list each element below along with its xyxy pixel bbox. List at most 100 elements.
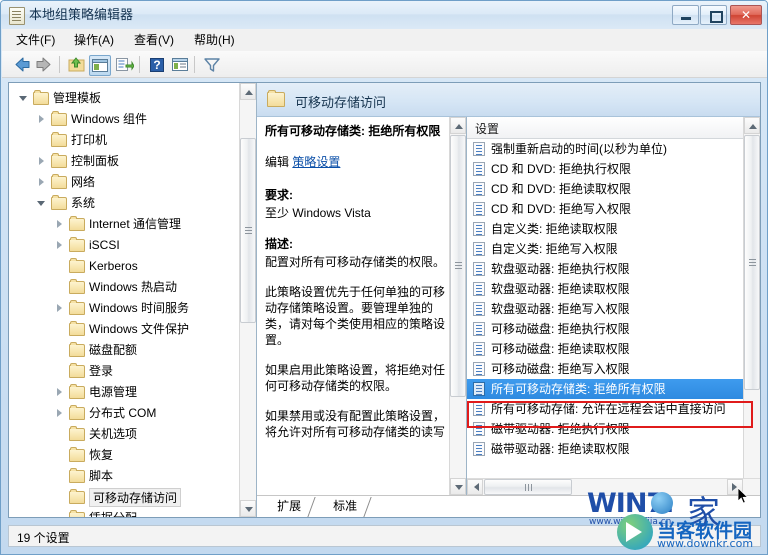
policy-setting-icon [473, 382, 485, 396]
chevron-down-icon[interactable] [37, 199, 46, 208]
tree-item[interactable]: 网络 [9, 172, 237, 193]
settings-list-item-label: 磁带驱动器: 拒绝执行权限 [491, 422, 630, 436]
settings-list-item[interactable]: 磁带驱动器: 拒绝读取权限 [467, 439, 760, 459]
chevron-right-icon[interactable] [55, 220, 64, 229]
column-header-setting[interactable]: 设置 [475, 120, 499, 137]
settings-list-item[interactable]: 可移动磁盘: 拒绝执行权限 [467, 319, 760, 339]
settings-list-item[interactable]: CD 和 DVD: 拒绝写入权限 [467, 199, 760, 219]
settings-vertical-scrollbar[interactable] [743, 117, 760, 495]
menu-view[interactable]: 查看(V) [128, 32, 180, 49]
tree-item[interactable]: iSCSI [9, 235, 237, 256]
minimize-button[interactable] [672, 5, 699, 25]
description-paragraph: 如果启用此策略设置，将拒绝对任何可移动存储类的权限。 [265, 363, 446, 393]
chevron-right-icon[interactable] [55, 304, 64, 313]
export-list-icon[interactable] [114, 55, 135, 74]
maximize-icon [710, 11, 723, 23]
tree-item[interactable]: 管理模板 [9, 88, 237, 109]
tree-item[interactable]: Windows 组件 [9, 109, 237, 130]
policy-setting-icon [473, 322, 485, 336]
tree-scroll-down-button[interactable] [240, 500, 256, 517]
settings-list-header[interactable]: 设置 [467, 117, 760, 139]
tree-vertical-scrollbar[interactable] [239, 83, 256, 517]
settings-list-item[interactable]: 自定义类: 拒绝读取权限 [467, 219, 760, 239]
settings-list-item-label: 软盘驱动器: 拒绝写入权限 [491, 302, 630, 316]
settings-list-item[interactable]: 磁带驱动器: 拒绝执行权限 [467, 419, 760, 439]
tree-item[interactable]: 系统 [9, 193, 237, 214]
description-scroll-up-button[interactable] [450, 117, 466, 134]
settings-list-item[interactable]: 软盘驱动器: 拒绝执行权限 [467, 259, 760, 279]
tree-item[interactable]: 脚本 [9, 466, 237, 487]
menu-help[interactable]: 帮助(H) [188, 32, 241, 49]
settings-horizontal-scrollbar[interactable] [467, 478, 760, 495]
tree-item[interactable]: 打印机 [9, 130, 237, 151]
settings-list-item[interactable]: 强制重新启动的时间(以秒为单位) [467, 139, 760, 159]
show-tree-icon[interactable] [89, 55, 111, 76]
tree-item-label: 可移动存储访问 [89, 488, 182, 507]
menu-action[interactable]: 操作(A) [68, 32, 120, 49]
settings-list-item[interactable]: 所有可移动存储: 允许在远程会话中直接访问 [467, 399, 760, 419]
help-icon[interactable]: ? [147, 55, 167, 74]
settings-list-item[interactable]: 软盘驱动器: 拒绝读取权限 [467, 279, 760, 299]
settings-scroll-up-button[interactable] [744, 117, 760, 134]
chevron-right-icon[interactable] [37, 115, 46, 124]
settings-scroll-thumb[interactable] [744, 135, 760, 390]
settings-list-item[interactable]: CD 和 DVD: 拒绝执行权限 [467, 159, 760, 179]
tree-item[interactable]: 可移动存储访问 [9, 487, 237, 508]
tree-item[interactable]: 恢复 [9, 445, 237, 466]
close-button[interactable]: ✕ [730, 5, 762, 25]
tree-item[interactable]: 关机选项 [9, 424, 237, 445]
tree-item[interactable]: 分布式 COM [9, 403, 237, 424]
filter-icon[interactable] [202, 55, 222, 74]
maximize-button[interactable] [700, 5, 727, 25]
tree-item-label: 控制面板 [71, 154, 120, 168]
tree-item[interactable]: Windows 时间服务 [9, 298, 237, 319]
tree-item[interactable]: 磁盘配额 [9, 340, 237, 361]
back-icon[interactable] [12, 55, 32, 74]
tree-item[interactable]: 登录 [9, 361, 237, 382]
properties-icon[interactable] [170, 55, 190, 74]
tree-scroll-up-button[interactable] [240, 83, 256, 100]
chevron-right-icon[interactable] [37, 178, 46, 187]
tree-item[interactable]: Windows 文件保护 [9, 319, 237, 340]
chevron-right-icon[interactable] [37, 157, 46, 166]
menu-file[interactable]: 文件(F) [10, 32, 61, 49]
settings-list-item[interactable]: 软盘驱动器: 拒绝写入权限 [467, 299, 760, 319]
edit-policy-setting-link[interactable]: 策略设置 [292, 155, 340, 169]
tree-item[interactable]: Windows 热启动 [9, 277, 237, 298]
settings-list: 强制重新启动的时间(以秒为单位) CD 和 DVD: 拒绝执行权限 CD 和 DVD… [467, 139, 760, 477]
toolbar-separator-2 [139, 56, 140, 73]
tree-item[interactable]: 凭据分配 [9, 508, 237, 517]
settings-list-item-label: 所有可移动存储: 允许在远程会话中直接访问 [491, 402, 726, 416]
status-bar: 19 个设置 [8, 525, 761, 547]
chevron-right-icon[interactable] [55, 409, 64, 418]
description-scroll-down-button[interactable] [450, 478, 466, 495]
settings-list-item[interactable]: CD 和 DVD: 拒绝读取权限 [467, 179, 760, 199]
tree-item[interactable]: 控制面板 [9, 151, 237, 172]
policy-setting-icon [473, 202, 485, 216]
settings-list-item-label: 强制重新启动的时间(以秒为单位) [491, 142, 667, 156]
description-paragraph: 配置对所有可移动存储类的权限。 [265, 255, 446, 269]
chevron-down-icon[interactable] [19, 94, 28, 103]
tree-item[interactable]: Internet 通信管理 [9, 214, 237, 235]
tree-scroll-thumb[interactable] [240, 138, 256, 323]
chevron-right-icon[interactable] [55, 388, 64, 397]
tree-item[interactable]: 电源管理 [9, 382, 237, 403]
tree-item-label: 凭据分配 [89, 508, 137, 517]
settings-list-item[interactable]: 可移动磁盘: 拒绝写入权限 [467, 359, 760, 379]
settings-scroll-left-button[interactable] [467, 479, 483, 495]
settings-hscroll-thumb[interactable] [484, 479, 572, 495]
description-vertical-scrollbar[interactable] [449, 117, 466, 495]
settings-list-item[interactable]: 自定义类: 拒绝写入权限 [467, 239, 760, 259]
folder-icon [69, 237, 85, 252]
forward-icon[interactable] [34, 55, 54, 74]
up-folder-icon[interactable] [67, 55, 87, 74]
tab-standard[interactable]: 标准 [315, 497, 372, 517]
settings-scroll-right-button[interactable] [727, 479, 743, 495]
settings-list-item[interactable]: 可移动磁盘: 拒绝读取权限 [467, 339, 760, 359]
tab-extended[interactable]: 扩展 [259, 497, 316, 517]
chevron-right-icon[interactable] [55, 241, 64, 250]
tree-item[interactable]: Kerberos [9, 256, 237, 277]
policy-setting-icon [473, 302, 485, 316]
description-scroll-thumb[interactable] [450, 135, 466, 397]
settings-list-item-selected[interactable]: 所有可移动存储类: 拒绝所有权限 [467, 379, 760, 399]
